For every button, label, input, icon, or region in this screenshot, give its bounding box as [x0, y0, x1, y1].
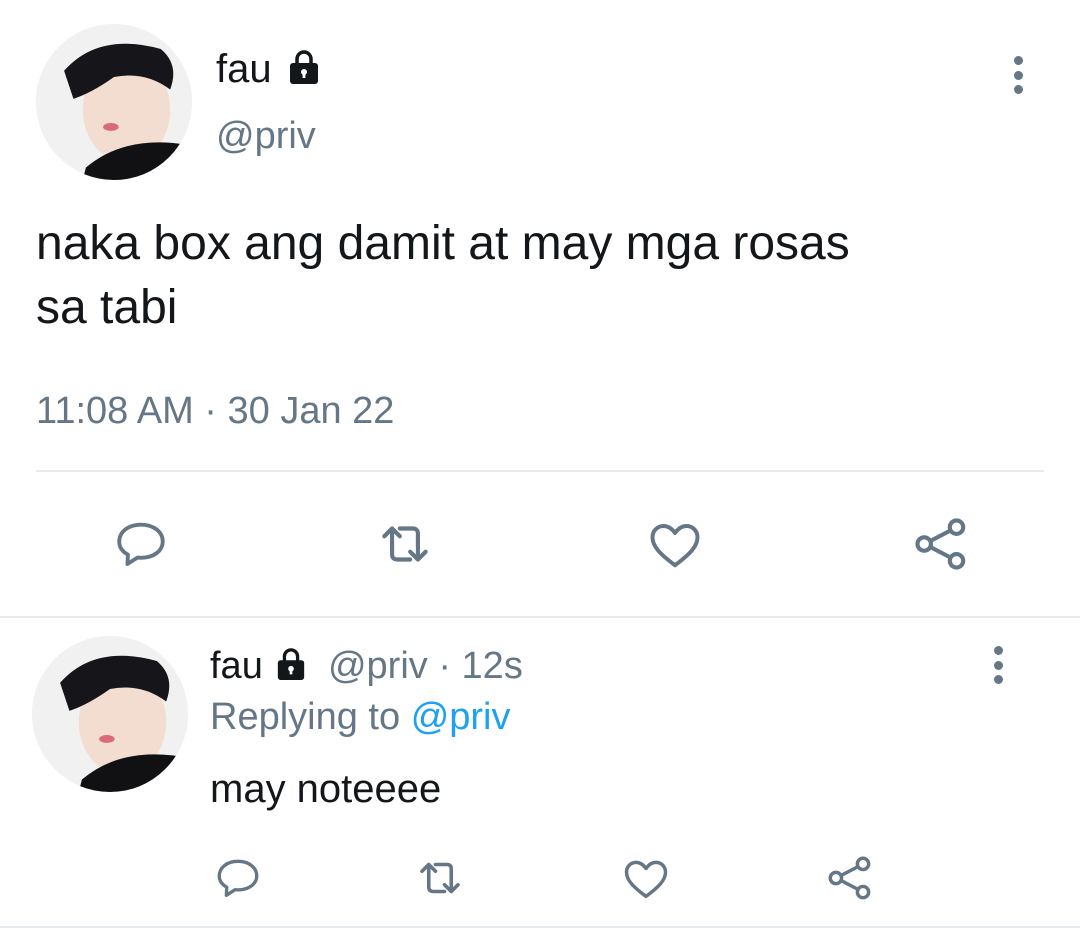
share-icon [828, 856, 871, 900]
share-button[interactable] [906, 512, 976, 576]
reply-button[interactable] [210, 850, 266, 906]
divider [36, 470, 1044, 472]
avatar-photo [36, 24, 192, 180]
lock-icon [278, 648, 305, 680]
tweet-text: may noteeee [210, 767, 442, 811]
author-handle[interactable]: @priv [216, 114, 316, 158]
replying-to: Replying to @priv [210, 694, 511, 740]
share-button[interactable] [822, 850, 878, 906]
lock-icon [289, 50, 318, 84]
like-icon [650, 524, 700, 568]
timestamp[interactable]: 11:08 AM · 30 Jan 22 [36, 388, 394, 434]
retweet-button[interactable] [368, 512, 442, 576]
divider [0, 926, 1080, 928]
like-button[interactable] [640, 512, 710, 576]
separator-dot: · [438, 645, 451, 687]
retweet-button[interactable] [410, 850, 470, 906]
share-icon [915, 518, 966, 570]
tweet-text: naka box ang damit at may mga rosas sa t… [36, 212, 1046, 340]
reply-header: fau @priv · 12s [210, 642, 523, 689]
author-name-row: fau [216, 44, 321, 92]
more-icon[interactable] [990, 646, 1006, 684]
like-icon [624, 860, 668, 899]
reply-button[interactable] [106, 512, 176, 576]
avatar[interactable] [36, 24, 192, 180]
retweet-icon [382, 526, 428, 562]
relative-time[interactable]: 12s [462, 645, 523, 687]
display-name[interactable]: fau [216, 47, 272, 91]
avatar-photo [32, 636, 188, 792]
more-icon[interactable] [1010, 56, 1026, 94]
divider [0, 616, 1080, 618]
tweet-text-line: sa tabi [36, 281, 178, 334]
retweet-icon [420, 862, 460, 894]
replying-handle-link[interactable]: @priv [411, 696, 511, 738]
reply-icon [117, 522, 165, 566]
avatar[interactable] [32, 636, 188, 792]
replying-label: Replying to [210, 696, 401, 738]
like-button[interactable] [618, 850, 674, 906]
tweet-text-line: naka box ang damit at may mga rosas [36, 217, 850, 270]
author-handle[interactable]: @priv [328, 645, 428, 687]
reply-icon [217, 859, 259, 897]
display-name[interactable]: fau [210, 645, 263, 687]
